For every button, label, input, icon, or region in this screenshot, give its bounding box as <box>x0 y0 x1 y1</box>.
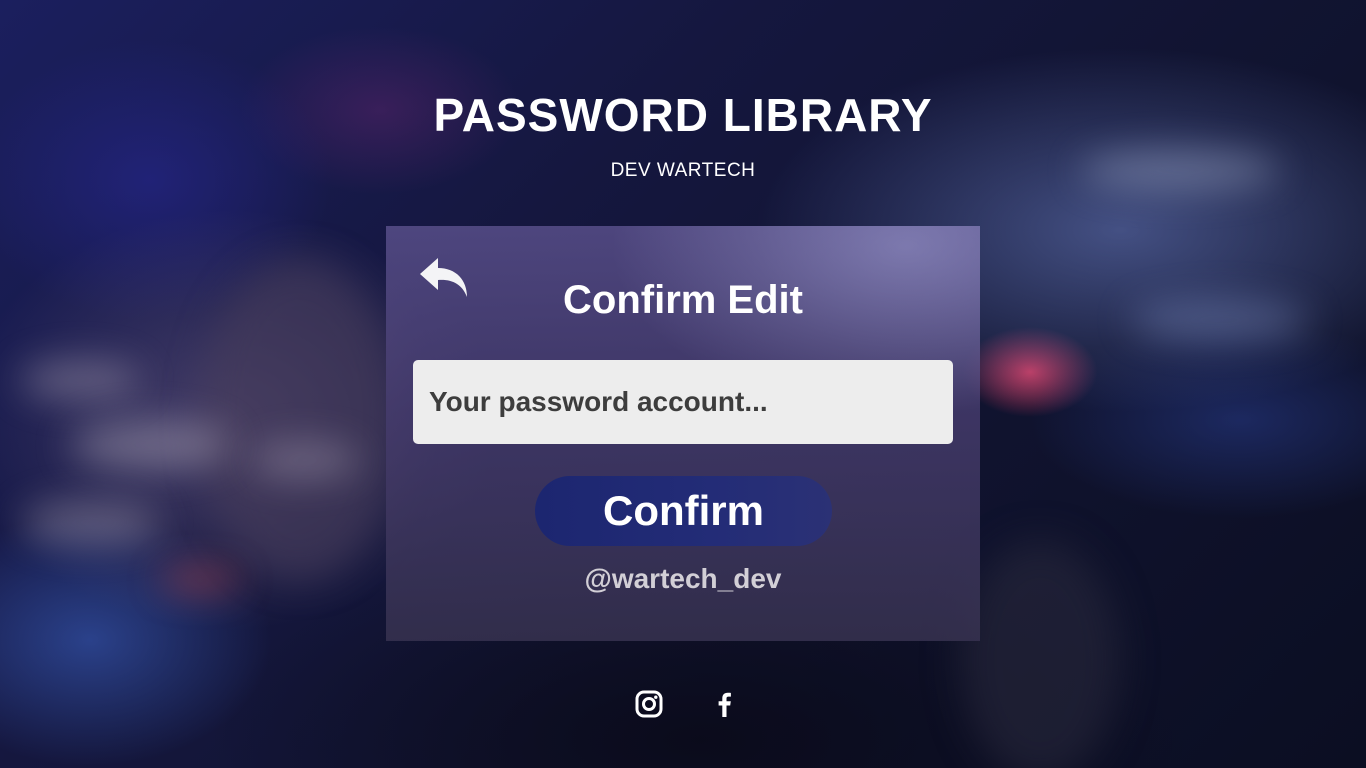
instagram-link[interactable] <box>634 689 664 719</box>
page-title: PASSWORD LIBRARY <box>433 89 933 141</box>
password-input[interactable] <box>413 360 953 444</box>
instagram-icon <box>635 690 663 718</box>
confirm-button[interactable]: Confirm <box>535 476 832 546</box>
facebook-icon <box>718 692 731 717</box>
page-subtitle: DEV WARTECH <box>610 160 756 181</box>
confirm-edit-card: Confirm Edit Confirm @wartech_dev <box>386 226 980 641</box>
author-handle: @wartech_dev <box>584 563 782 594</box>
card-title: Confirm Edit <box>563 278 803 322</box>
facebook-link[interactable] <box>709 689 739 719</box>
